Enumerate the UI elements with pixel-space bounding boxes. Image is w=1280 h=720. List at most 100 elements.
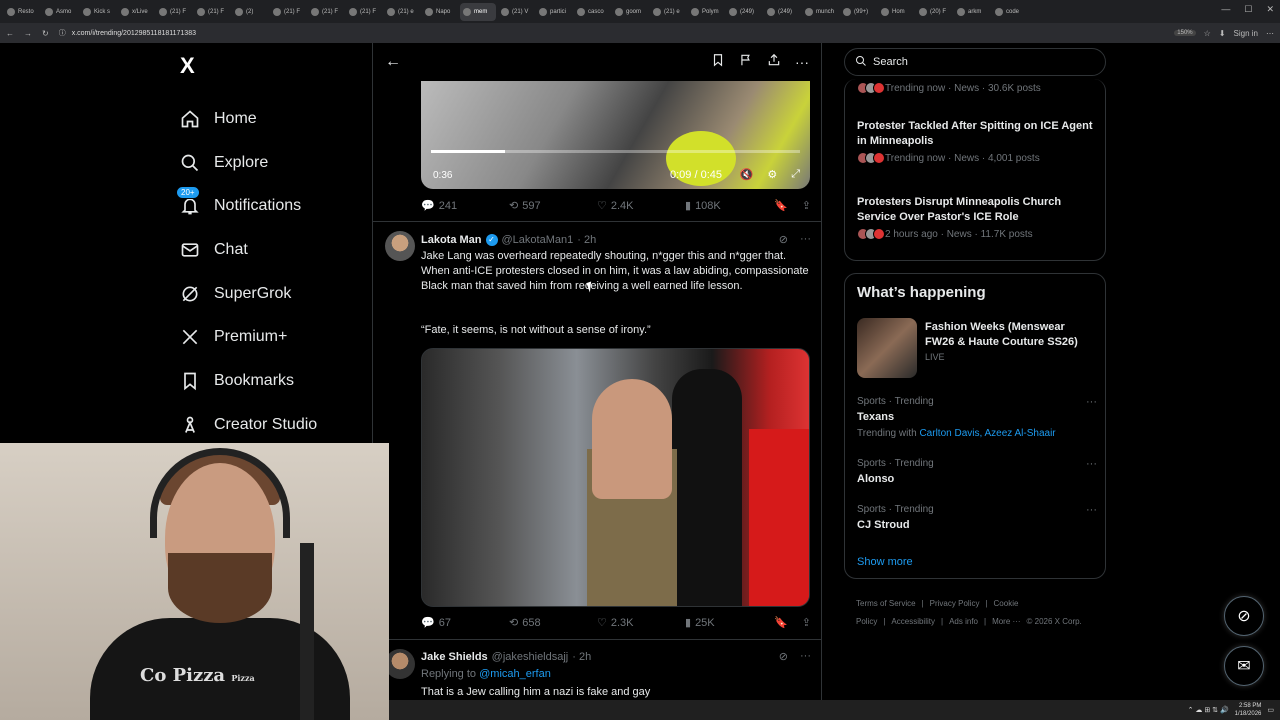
minimize-icon[interactable]: — [1221, 4, 1230, 15]
search-input[interactable]: Search [844, 48, 1106, 76]
browser-tab[interactable]: casco [574, 3, 610, 21]
browser-tab[interactable]: (21) V [498, 3, 534, 21]
grok-fab-button[interactable]: ⊘ [1224, 596, 1264, 636]
sign-in-button[interactable]: Sign in [1234, 29, 1258, 38]
trend-item[interactable]: Protesters Disrupt Minneapolis Church Se… [857, 195, 1097, 240]
views-button[interactable]: ▮ 108K [685, 199, 773, 213]
browser-tab[interactable]: Resto [4, 3, 40, 21]
browser-tab[interactable]: (21) e [384, 3, 420, 21]
like-button[interactable]: ♡ 2.4K [597, 199, 685, 213]
footer-link[interactable]: Terms of Service [856, 599, 916, 608]
footer-link[interactable]: © 2026 X Corp. [1027, 617, 1082, 626]
zoom-badge[interactable]: 150% [1174, 30, 1196, 36]
trending-with-names[interactable]: Carlton Davis, Azeez Al-Shaair [919, 428, 1055, 439]
browser-tab[interactable]: (21) e [650, 3, 686, 21]
avatar[interactable] [385, 649, 415, 679]
close-icon[interactable]: ✕ [1266, 4, 1274, 15]
browser-tab[interactable]: arkm [954, 3, 990, 21]
share-icon[interactable]: ⇪ [802, 616, 811, 629]
more-icon[interactable]: ··· [1086, 396, 1097, 408]
maximize-icon[interactable]: ☐ [1244, 4, 1252, 15]
views-button[interactable]: ▮ 25K [685, 616, 773, 630]
post-time[interactable]: · 2h [577, 234, 596, 246]
author-handle[interactable]: @LakotaMan1 [502, 234, 574, 246]
fullscreen-icon[interactable]: ⤢ [791, 168, 800, 181]
reply-button[interactable]: 💬 241 [421, 199, 509, 213]
trend-item[interactable]: Sports · Trending CJ Stroud ··· [857, 504, 1097, 531]
reload-icon[interactable]: ↻ [42, 29, 49, 38]
browser-tab[interactable]: (21) F [156, 3, 192, 21]
tray-icons[interactable]: ⌃ ☁ ⊞ ⇅ 🔊 [1188, 706, 1229, 714]
browser-tab[interactable]: (21) F [308, 3, 344, 21]
repost-button[interactable]: ⟲ 658 [509, 616, 597, 630]
browser-tab[interactable]: Polym [688, 3, 724, 21]
browser-tab[interactable]: mem [460, 2, 496, 21]
trend-item[interactable]: Sports · Trending Texans Trending with C… [857, 396, 1097, 439]
more-icon[interactable]: ··· [1086, 458, 1097, 470]
x-logo[interactable]: X [180, 53, 195, 79]
post-time[interactable]: · 2h [572, 651, 591, 663]
browser-tab[interactable]: Hom [878, 3, 914, 21]
browser-tab[interactable]: (21) F [194, 3, 230, 21]
browser-tab[interactable]: Napo [422, 3, 458, 21]
more-icon[interactable]: ··· [800, 233, 811, 246]
footer-link[interactable]: More ··· [992, 617, 1020, 626]
notification-icon[interactable]: ▭ [1267, 706, 1274, 714]
menu-icon[interactable]: ⋯ [1266, 29, 1274, 38]
browser-tab[interactable]: goom [612, 3, 648, 21]
trend-item[interactable]: Protester Tackled After Spitting on ICE … [857, 119, 1097, 164]
bookmark-icon[interactable]: 🔖 [774, 199, 788, 212]
nav-supergrok[interactable]: SuperGrok [180, 272, 317, 316]
author-name[interactable]: Jake Shields [421, 651, 488, 663]
replying-to-link[interactable]: @micah_erfan [479, 668, 551, 680]
settings-icon[interactable]: ⚙ [767, 168, 777, 181]
nav-explore[interactable]: Explore [180, 141, 317, 185]
post-photo[interactable] [421, 348, 810, 607]
event-title[interactable]: Fashion Weeks (Menswear FW26 & Haute Cou… [925, 320, 1095, 350]
browser-tab[interactable]: (21) F [270, 3, 306, 21]
browser-tab[interactable]: (99+) [840, 3, 876, 21]
trend-item[interactable]: Trending now · News · 30.6K posts [857, 79, 1097, 94]
video-player[interactable]: 0:36 0:09 / 0:45 🔇 ⚙ ⤢ [421, 81, 810, 189]
system-clock[interactable]: 2:58 PM 1/18/2026 [1235, 702, 1262, 718]
footer-link[interactable]: Privacy Policy [930, 599, 980, 608]
star-icon[interactable]: ☆ [1204, 29, 1211, 38]
messages-fab-button[interactable]: ✉ [1224, 646, 1264, 686]
forward-icon[interactable]: → [24, 29, 32, 38]
video-progress-bar[interactable] [431, 150, 800, 153]
share-icon[interactable]: ⇪ [802, 199, 811, 212]
grok-icon[interactable]: ⊘ [779, 233, 788, 246]
download-icon[interactable]: ⬇ [1219, 29, 1226, 38]
trend-item[interactable]: Sports · Trending Alonso ··· [857, 458, 1097, 485]
show-more-link[interactable]: Show more [857, 556, 913, 568]
mute-icon[interactable]: 🔇 [740, 168, 754, 181]
repost-button[interactable]: ⟲ 597 [509, 199, 597, 213]
share-icon[interactable] [767, 53, 781, 72]
browser-tab[interactable]: (20) F [916, 3, 952, 21]
nav-chat[interactable]: Chat [180, 228, 317, 272]
browser-tab[interactable]: (21) F [346, 3, 382, 21]
reply-button[interactable]: 💬 67 [421, 616, 509, 630]
author-handle[interactable]: @jakeshieldsajj [492, 651, 569, 663]
nav-premium[interactable]: Premium+ [180, 315, 317, 359]
browser-tab[interactable]: code [992, 3, 1028, 21]
url-field[interactable]: ⓘ x.com/i/trending/2012985118181171383 [59, 26, 939, 40]
browser-tab[interactable]: Kick s [80, 3, 116, 21]
more-icon[interactable]: ··· [795, 54, 809, 70]
browser-tab[interactable]: munch [802, 3, 838, 21]
browser-tab[interactable]: partici [536, 3, 572, 21]
browser-tab[interactable]: Asmo [42, 3, 78, 21]
author-name[interactable]: Lakota Man [421, 234, 482, 246]
back-icon[interactable]: ← [6, 29, 14, 38]
event-thumbnail[interactable] [857, 318, 917, 378]
nav-notifications[interactable]: 20+ Notifications [176, 184, 317, 228]
footer-link[interactable]: Accessibility [891, 617, 935, 626]
flag-icon[interactable] [739, 53, 753, 72]
grok-icon[interactable]: ⊘ [779, 650, 788, 663]
bookmark-icon[interactable] [711, 53, 725, 72]
browser-tab[interactable]: (2) [232, 3, 268, 21]
more-icon[interactable]: ··· [1086, 504, 1097, 516]
nav-home[interactable]: Home [180, 97, 317, 141]
avatar[interactable] [385, 231, 415, 261]
bookmark-icon[interactable]: 🔖 [774, 616, 788, 629]
